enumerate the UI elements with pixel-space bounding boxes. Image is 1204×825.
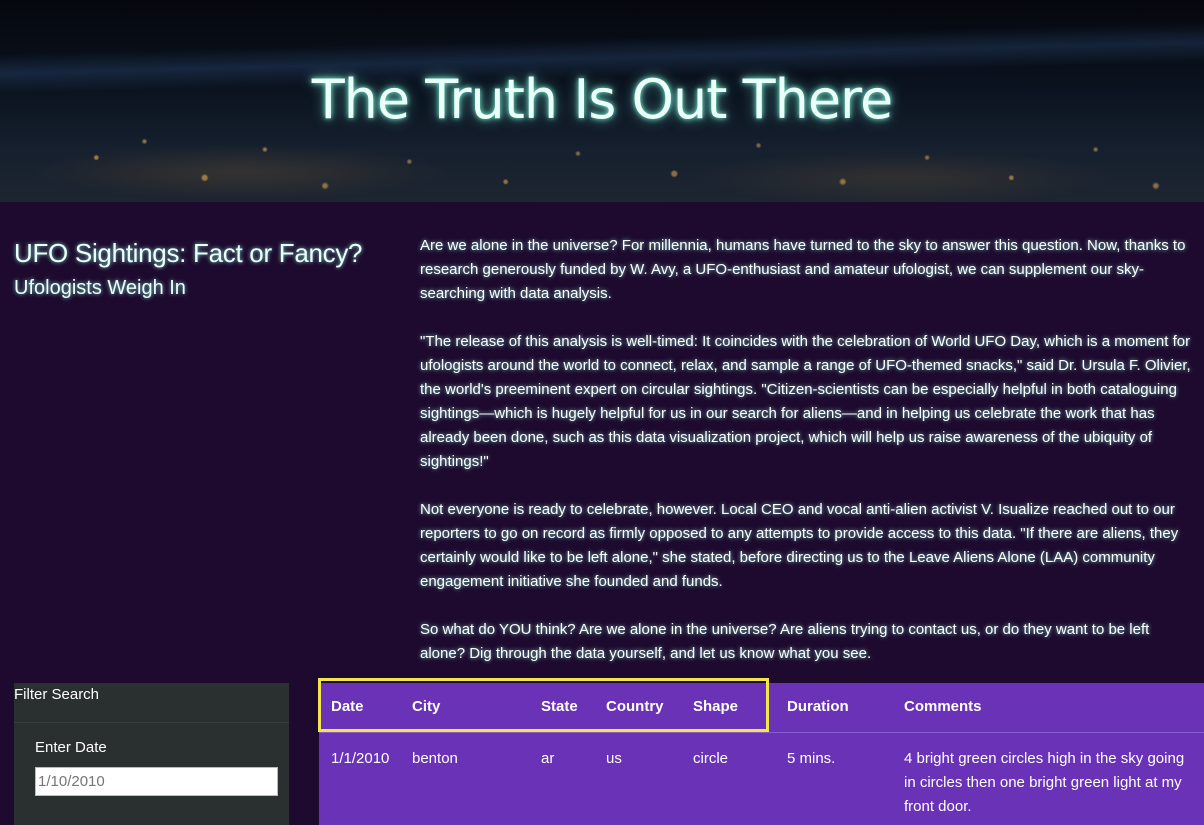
cell-state: ar <box>541 749 555 767</box>
date-filter-input[interactable] <box>35 767 278 796</box>
article-subtitle: Ufologists Weigh In <box>14 277 186 299</box>
column-header-city: City <box>412 683 541 733</box>
filter-title: Filter Search <box>14 683 289 723</box>
column-header-duration: Duration <box>787 683 904 733</box>
column-header-country: Country <box>606 683 693 733</box>
column-header-date: Date <box>319 683 412 733</box>
column-header-state: State <box>541 683 606 733</box>
article-heading: UFO Sightings: Fact or Fancy? Ufologists… <box>14 238 404 300</box>
table-row: 1/1/2010 benton ar us circle 5 mins. 4 b… <box>319 732 1204 819</box>
article-paragraph: So what do YOU think? Are we alone in th… <box>420 621 1150 662</box>
hero-banner: The Truth Is Out There <box>0 0 1204 202</box>
date-filter-label: Enter Date <box>35 739 107 756</box>
filter-panel: Filter Search Enter Date <box>14 683 289 825</box>
cell-country: us <box>606 749 622 767</box>
cell-duration: 5 mins. <box>787 749 836 767</box>
cell-comments: 4 bright green circles high in the sky g… <box>904 749 1185 815</box>
table-header-row: Date City State Country Shape Duration C… <box>319 683 1204 733</box>
column-header-shape: Shape <box>693 683 787 733</box>
column-header-comments: Comments <box>904 683 1204 733</box>
article-paragraph: Not everyone is ready to celebrate, howe… <box>420 501 1179 590</box>
article-title: UFO Sightings: Fact or Fancy? <box>14 238 363 268</box>
article-paragraph: Are we alone in the universe? For millen… <box>420 237 1186 302</box>
cell-date: 1/1/2010 <box>331 749 390 767</box>
article-body: Are we alone in the universe? For millen… <box>420 234 1196 690</box>
ufo-data-table: Date City State Country Shape Duration C… <box>319 683 1204 819</box>
cell-shape: circle <box>693 749 729 767</box>
page-title: The Truth Is Out There <box>311 68 894 131</box>
article-paragraph: "The release of this analysis is well-ti… <box>420 333 1191 470</box>
cell-city: benton <box>412 749 458 767</box>
ufo-table: Date City State Country Shape Duration C… <box>319 683 1204 825</box>
